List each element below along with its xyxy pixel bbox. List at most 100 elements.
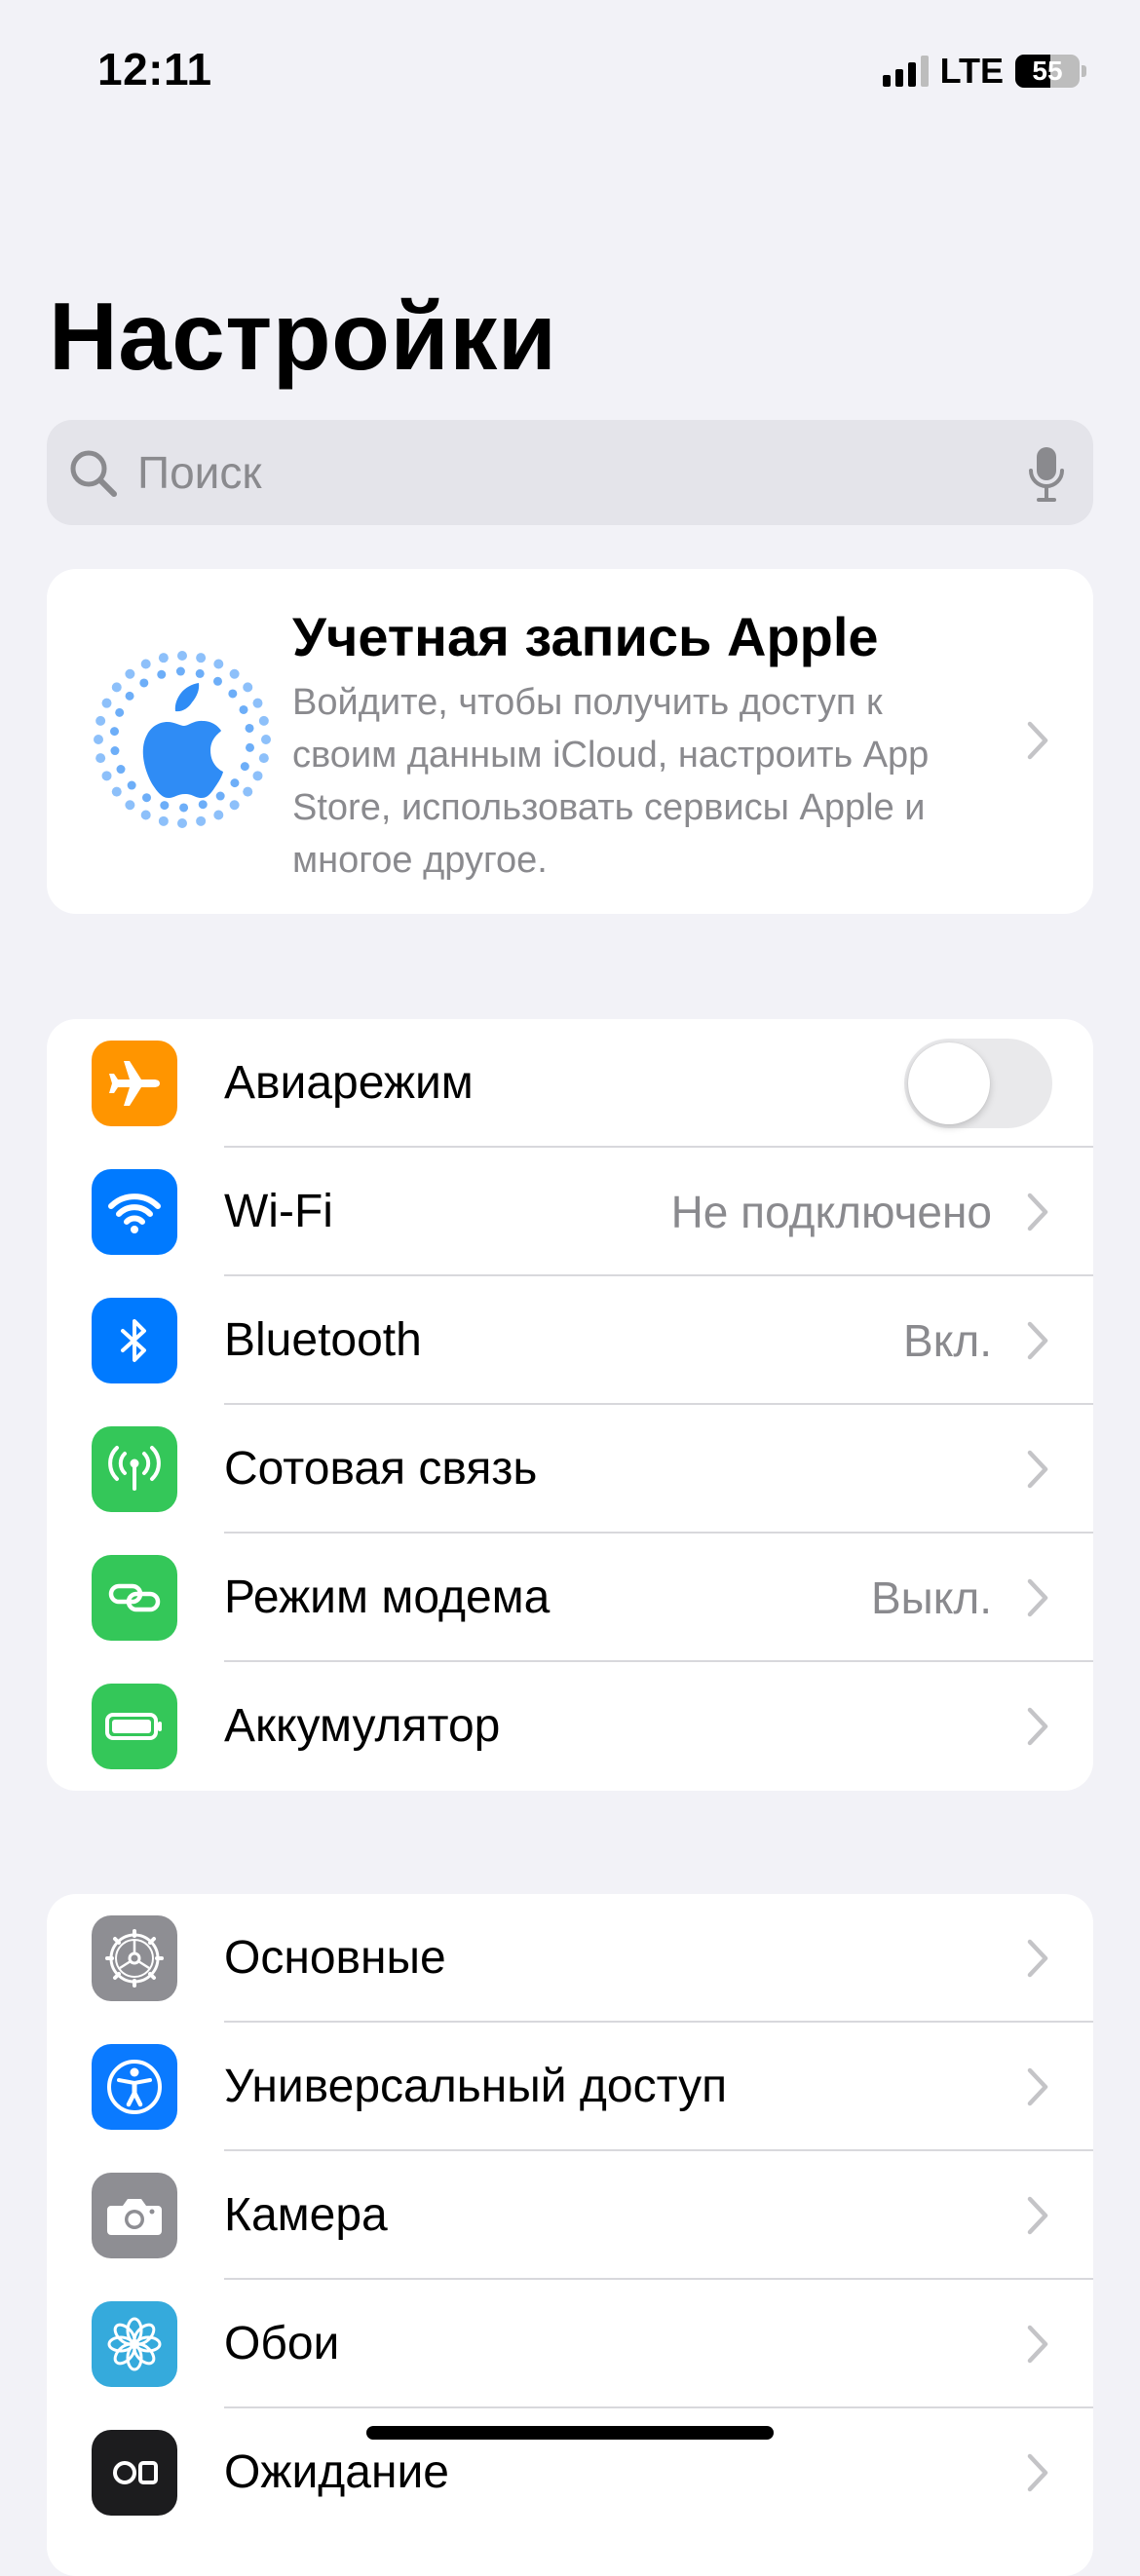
avatar-dot [101, 771, 112, 781]
row-label: Аккумулятор [224, 1700, 501, 1752]
accessibility-icon [92, 2044, 177, 2130]
settings-row-bluetooth[interactable]: Bluetooth Вкл. [47, 1276, 1093, 1405]
account-description: Войдите, чтобы получить доступ к своим д… [292, 682, 930, 881]
chevron-right-icon [1027, 1321, 1048, 1360]
avatar-dot [95, 715, 106, 726]
avatar-dot [125, 668, 135, 679]
avatar-dot [158, 653, 169, 663]
avatar-dot [110, 727, 120, 737]
row-label: Универсальный доступ [224, 2061, 728, 2112]
avatar-dot [261, 735, 271, 744]
row-label: Авиарежим [224, 1057, 474, 1109]
chevron-right-icon [1027, 1450, 1048, 1489]
avatar-dot [252, 771, 263, 781]
search-input[interactable] [137, 420, 1014, 525]
chevron-right-icon [1027, 1193, 1048, 1231]
avatar-dot [160, 801, 170, 811]
avatar-dot [177, 818, 187, 828]
avatar-dot [228, 689, 238, 699]
signal-strength-icon [882, 56, 929, 87]
avatar-dot [215, 791, 225, 801]
wifi-icon [92, 1169, 177, 1255]
avatar-dot [240, 762, 249, 772]
settings-row-cellular[interactable]: Сотовая связь [47, 1405, 1093, 1534]
status-bar: 12:11 LTE 55 [0, 0, 1140, 146]
avatar-dot [179, 803, 189, 813]
chevron-right-icon [1027, 2453, 1048, 2492]
status-time: 12:11 [97, 44, 212, 95]
settings-row-general[interactable]: Основные [47, 1894, 1093, 2023]
battery-percent: 55 [1032, 56, 1063, 86]
home-indicator[interactable] [366, 2426, 774, 2440]
row-value: Вкл. [903, 1315, 992, 1366]
row-label: Камера [224, 2189, 388, 2241]
bluetooth-icon [92, 1298, 177, 1383]
wallpaper-flower-icon [92, 2301, 177, 2387]
row-label: Основные [224, 1932, 446, 1984]
avatar-dot [245, 723, 254, 733]
avatar-dot [229, 800, 240, 811]
avatar-dot [110, 746, 120, 756]
avatar-dot [258, 715, 269, 726]
apple-account-card[interactable]: Учетная запись Apple Войдите, чтобы полу… [47, 569, 1093, 914]
chevron-right-icon [1027, 2325, 1048, 2364]
avatar-dot [101, 698, 112, 708]
avatar-dot [125, 691, 134, 701]
settings-row-wallpaper[interactable]: Обои [47, 2280, 1093, 2408]
row-value: Не подключено [670, 1187, 992, 1237]
status-indicators: LTE 55 [882, 51, 1086, 92]
airplane-mode-toggle[interactable] [904, 1039, 1052, 1128]
battery-cap [1082, 65, 1086, 77]
settings-row-wifi[interactable]: Wi-Fi Не подключено [47, 1148, 1093, 1276]
avatar-dot [127, 780, 136, 790]
avatar-dot [230, 778, 240, 788]
avatar-dot [252, 698, 263, 708]
avatar-dot [94, 735, 103, 744]
avatar-dot [157, 669, 167, 679]
battery-icon [92, 1684, 177, 1769]
avatar-dot [243, 786, 253, 797]
avatar-dot [196, 653, 207, 663]
avatar-dot [258, 753, 269, 764]
microphone-icon[interactable] [1027, 445, 1066, 504]
row-label: Wi-Fi [224, 1186, 333, 1237]
camera-icon [92, 2173, 177, 2258]
network-type: LTE [939, 51, 1004, 91]
avatar-dot [175, 666, 185, 676]
avatar-dot [213, 659, 224, 669]
settings-row-accessibility[interactable]: Универсальный доступ [47, 2023, 1093, 2151]
settings-row-hotspot[interactable]: Режим модема Выкл. [47, 1534, 1093, 1662]
toggle-knob [908, 1042, 990, 1124]
avatar-dot [116, 765, 126, 775]
avatar-dot [195, 668, 205, 678]
avatar-dot [212, 676, 222, 686]
settings-row-airplane[interactable]: Авиарежим [47, 1019, 1093, 1148]
account-title: Учетная запись Apple [292, 606, 879, 667]
avatar-dot [140, 810, 151, 820]
airplane-icon [92, 1041, 177, 1126]
row-label: Обои [224, 2318, 340, 2369]
settings-row-battery[interactable]: Аккумулятор [47, 1662, 1093, 1791]
standby-icon [92, 2430, 177, 2516]
row-value: Выкл. [870, 1572, 992, 1623]
chevron-right-icon [1027, 721, 1048, 760]
row-label: Bluetooth [224, 1314, 422, 1366]
avatar-dot [177, 651, 187, 661]
avatar-dot [140, 659, 151, 669]
avatar-dot [198, 800, 208, 810]
gear-icon [92, 1915, 177, 2001]
avatar-dot [229, 668, 240, 679]
search-bar[interactable] [47, 420, 1093, 525]
row-label: Сотовая связь [224, 1443, 538, 1495]
chevron-right-icon [1027, 1578, 1048, 1617]
chevron-right-icon [1027, 2067, 1048, 2106]
avatar-dot [239, 704, 248, 714]
avatar-dot [139, 678, 149, 688]
avatar-dot [245, 742, 254, 752]
page-title: Настройки [49, 283, 557, 390]
chevron-right-icon [1027, 2196, 1048, 2235]
connectivity-settings-group: Авиарежим Wi-Fi Не подключено Bluetooth … [47, 1019, 1093, 1791]
chevron-right-icon [1027, 1939, 1048, 1978]
settings-row-camera[interactable]: Камера [47, 2151, 1093, 2280]
avatar-dot [111, 786, 122, 797]
